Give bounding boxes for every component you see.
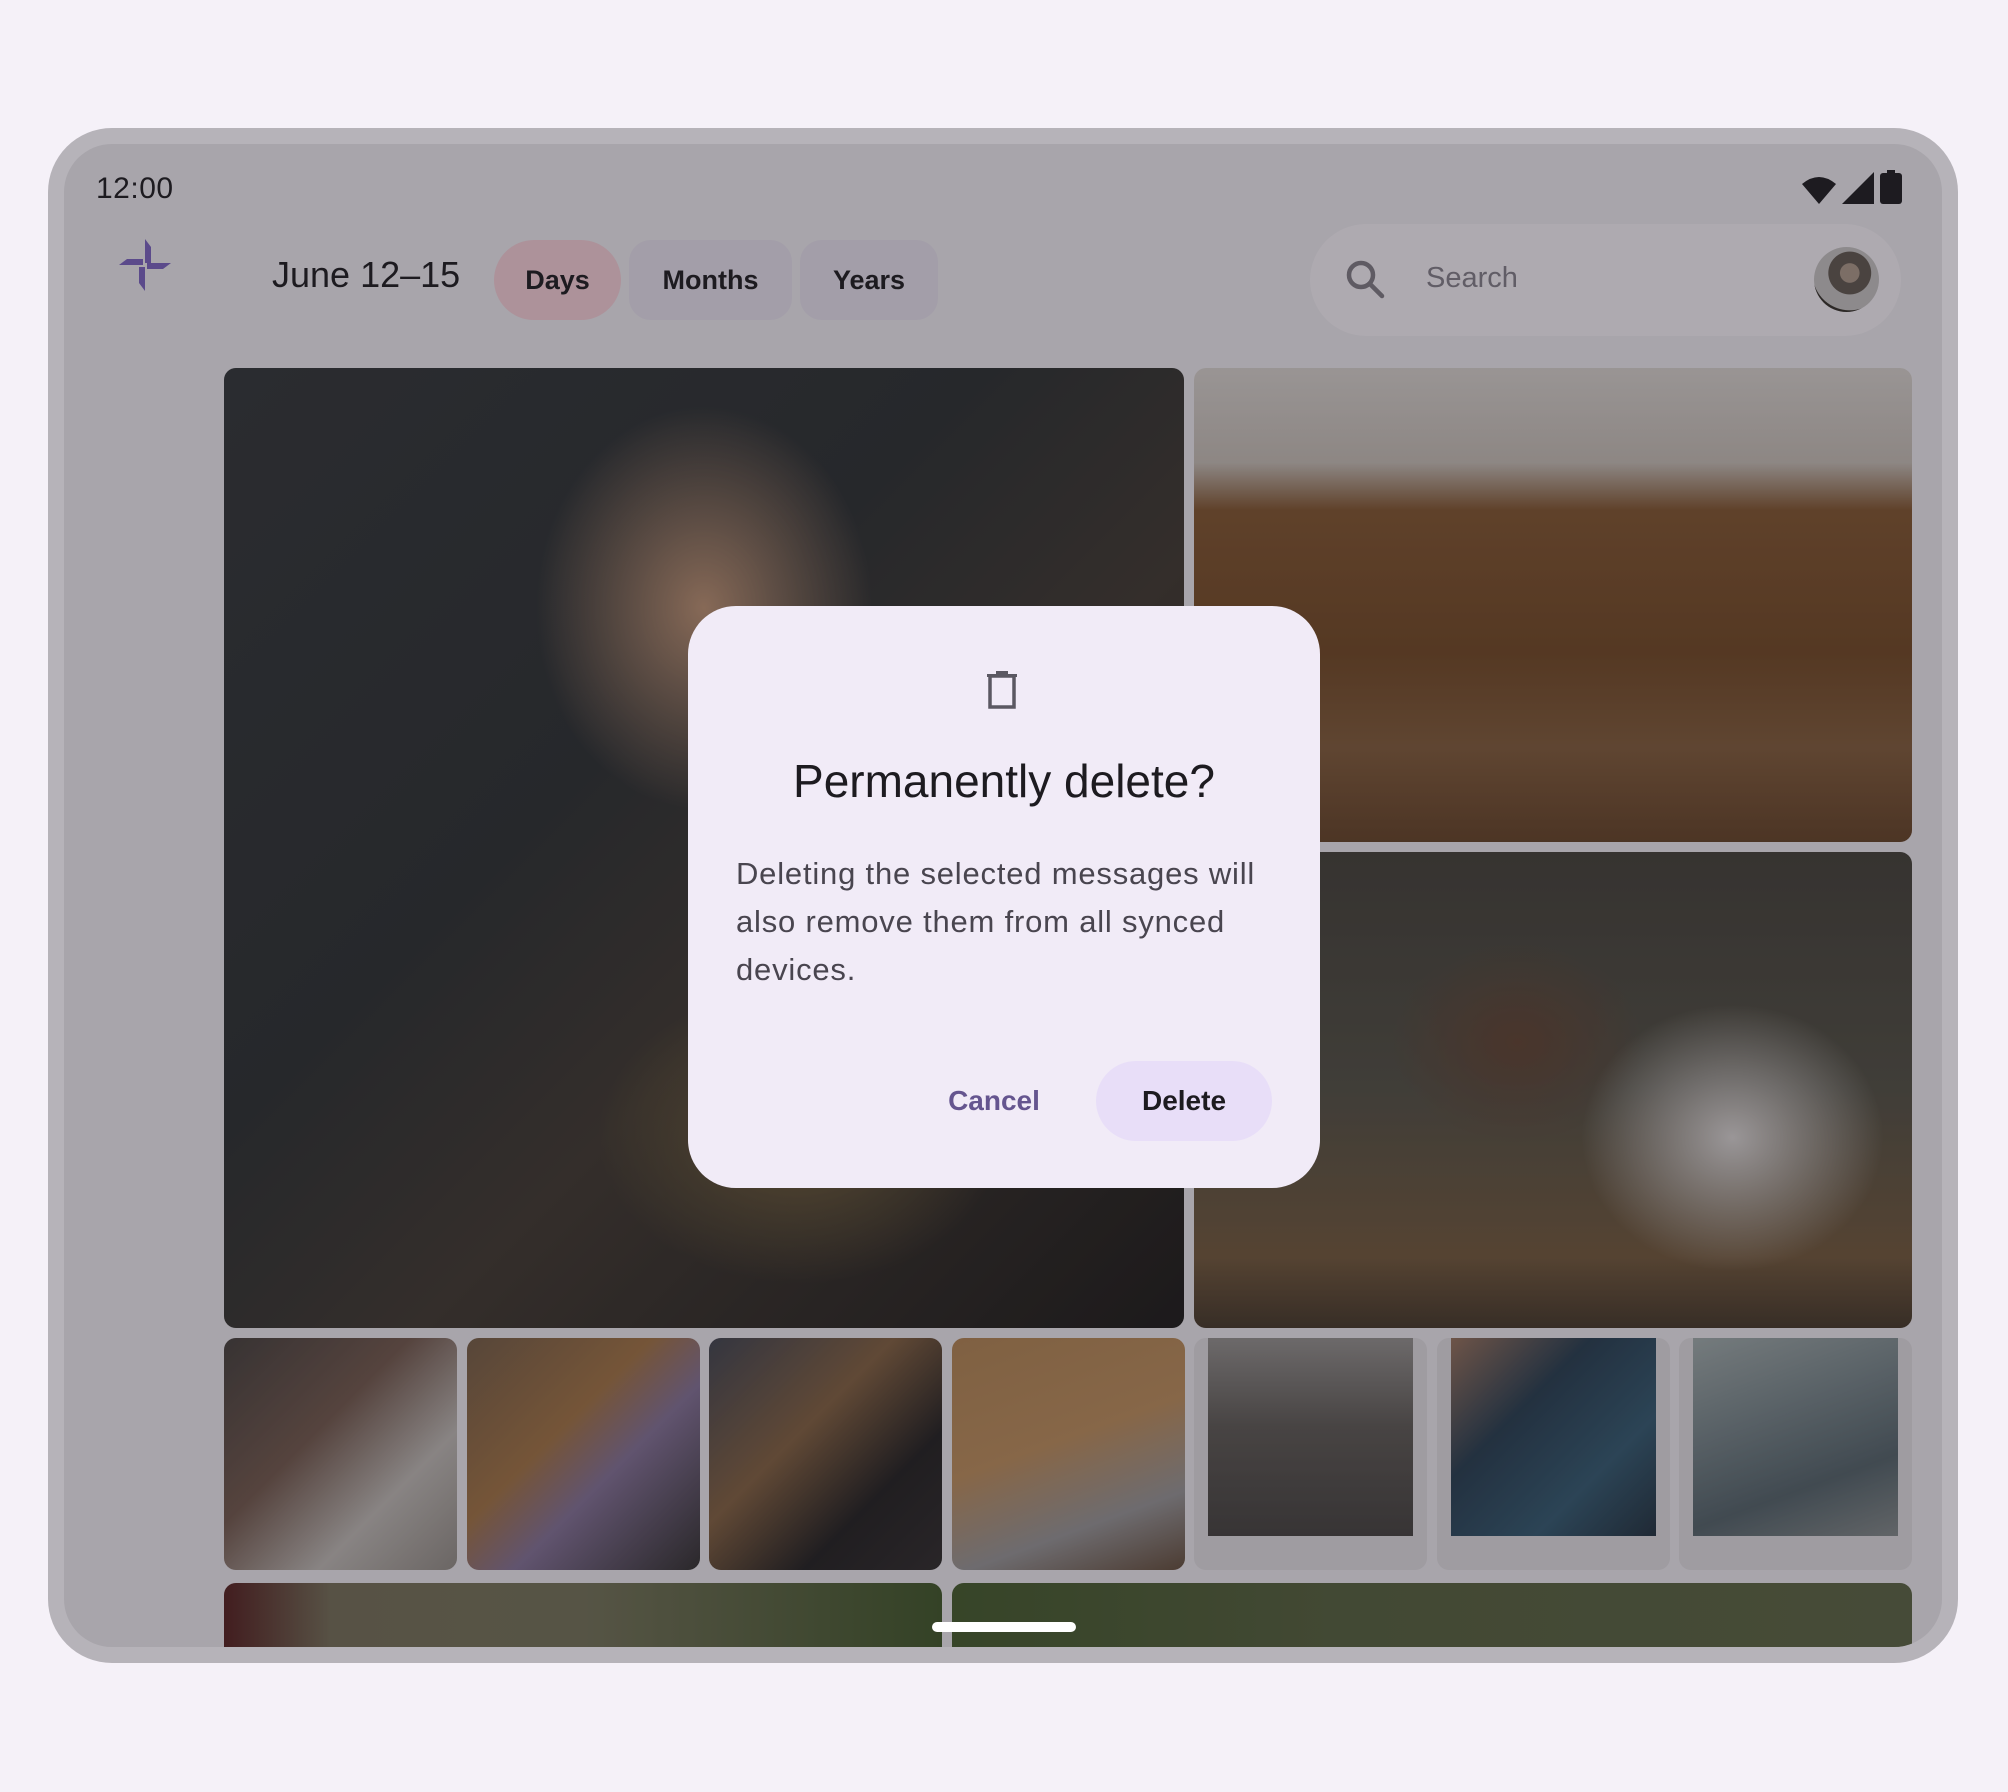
search-input[interactable]: Search — [1426, 262, 1518, 295]
delete-button[interactable]: Delete — [1096, 1061, 1272, 1141]
trash-icon — [987, 671, 1017, 709]
chip-years[interactable]: Years — [800, 240, 938, 320]
user-avatar[interactable] — [1814, 247, 1879, 312]
pinwheel-logo-icon — [119, 239, 171, 291]
thumbnail-photo[interactable] — [952, 1338, 1185, 1570]
search-bar[interactable]: Search — [1310, 224, 1901, 336]
chip-months[interactable]: Months — [629, 240, 792, 320]
cancel-button[interactable]: Cancel — [924, 1061, 1064, 1141]
polaroid-image — [1693, 1338, 1898, 1536]
thumbnail-polaroid[interactable] — [1679, 1338, 1912, 1570]
dialog-title: Permanently delete? — [793, 755, 1215, 807]
status-icons — [1802, 170, 1902, 204]
home-indicator[interactable] — [932, 1622, 1076, 1632]
delete-confirmation-dialog: Permanently delete? Deleting the selecte… — [688, 606, 1320, 1188]
polaroid-image — [1451, 1338, 1656, 1536]
status-time: 12:00 — [96, 172, 174, 205]
date-range-title: June 12–15 — [272, 254, 461, 295]
dialog-body: Deleting the selected messages will also… — [736, 856, 1256, 987]
thumbnail-polaroid[interactable] — [1437, 1338, 1670, 1570]
thumbnail-photo[interactable] — [467, 1338, 700, 1570]
chip-days[interactable]: Days — [494, 240, 621, 320]
thumbnail-polaroid[interactable] — [1194, 1338, 1427, 1570]
search-icon — [1346, 260, 1385, 299]
battery-icon — [1880, 170, 1902, 204]
photo-partial-bottom-left[interactable] — [224, 1583, 942, 1647]
wifi-icon — [1802, 177, 1836, 204]
thumbnail-photo[interactable] — [224, 1338, 457, 1570]
cellular-signal-icon — [1842, 172, 1874, 204]
photo-partial-bottom-right[interactable] — [952, 1583, 1912, 1647]
thumbnail-photo[interactable] — [709, 1338, 942, 1570]
polaroid-image — [1208, 1338, 1413, 1536]
